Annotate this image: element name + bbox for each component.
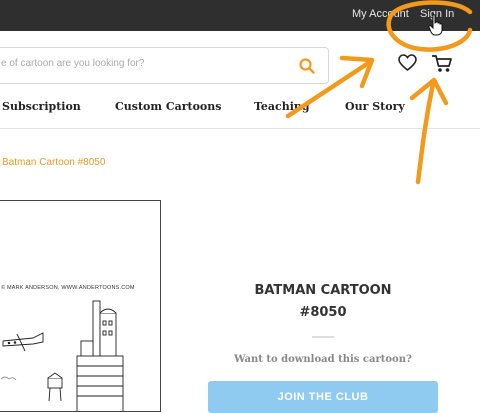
main-nav: Subscription Custom Cartoons Teaching Ou… <box>0 92 480 129</box>
product-title: BATMAN CARTOON #8050 <box>235 280 411 324</box>
nav-item-custom-cartoons[interactable]: Custom Cartoons <box>115 100 221 113</box>
product-title-line1: BATMAN CARTOON <box>254 283 392 298</box>
search-icon[interactable] <box>298 57 316 75</box>
title-divider <box>312 336 334 338</box>
breadcrumb[interactable]: Batman Cartoon #8050 <box>2 157 105 168</box>
my-account-link[interactable]: My Account <box>352 8 409 20</box>
nav-item-teaching[interactable]: Teaching <box>254 100 310 113</box>
nav-item-our-story[interactable]: Our Story <box>345 100 405 113</box>
download-question: Want to download this cartoon? <box>234 354 412 365</box>
search-input[interactable] <box>0 57 273 70</box>
join-the-club-button[interactable]: JOIN THE CLUB <box>208 381 438 413</box>
cart-icon[interactable] <box>431 53 453 74</box>
nav-item-subscription[interactable]: Subscription <box>2 100 81 113</box>
search-box[interactable] <box>0 47 329 84</box>
cursor-icon <box>428 14 443 36</box>
heart-icon[interactable] <box>397 53 418 73</box>
cartoon-image[interactable]: © MARK ANDERSON, WWW.ANDERTOONS.COM <box>0 200 161 412</box>
product-title-line2: #8050 <box>299 305 347 320</box>
cartoon-drawing <box>0 300 124 411</box>
top-bar: My Account Sign In <box>0 0 480 31</box>
